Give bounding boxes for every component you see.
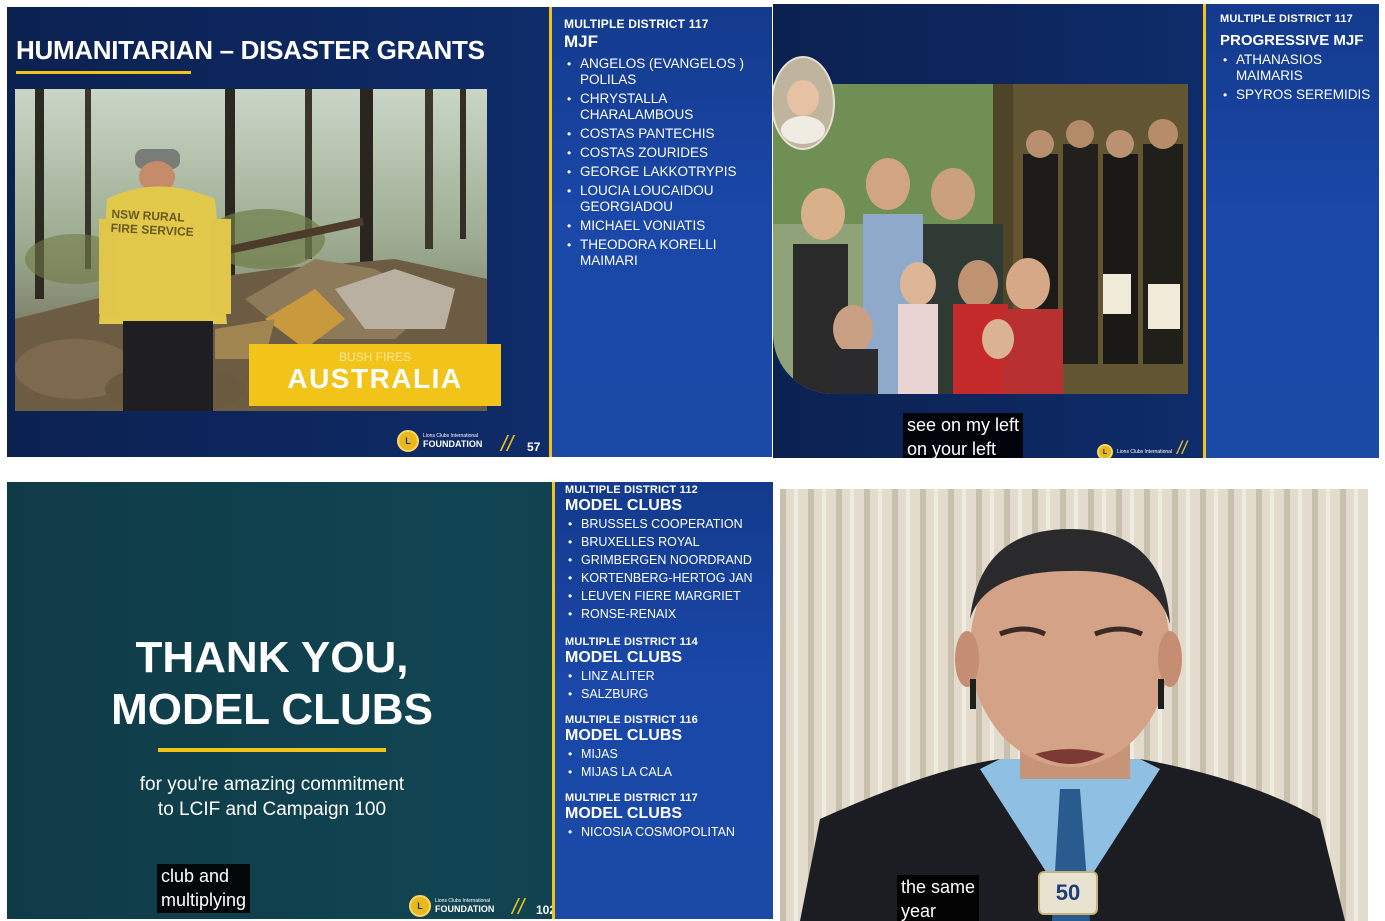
district-label: MULTIPLE DISTRICT 114 <box>565 636 698 648</box>
title-underline <box>158 748 386 752</box>
slash-divider: // <box>512 894 525 919</box>
lcif-footer-logo: L Lions Clubs International FOUNDATION <box>409 895 494 917</box>
club-name: NICOSIA COSMOPOLITAN <box>565 825 767 840</box>
district-section: MULTIPLE DISTRICT 112MODEL CLUBS BRUSSELS… <box>565 484 767 622</box>
member-name: COSTAS PANTECHIS <box>564 126 762 142</box>
award-heading: MODEL CLUBS <box>565 649 683 666</box>
club-list: NICOSIA COSMOPOLITAN <box>565 825 767 840</box>
award-heading: MODEL CLUBS <box>565 805 683 822</box>
family-photo-collage <box>773 84 1188 394</box>
club-name: LEUVEN FIERE MARGRIET <box>565 589 767 604</box>
member-name: MICHAEL VONIATIS <box>564 218 762 234</box>
club-name: BRUSSELS COOPERATION <box>565 517 767 532</box>
sidebar-model-clubs: MULTIPLE DISTRICT 112MODEL CLUBSBRUSSELS… <box>552 482 773 919</box>
club-list: LINZ ALITER SALZBURG <box>565 669 767 702</box>
club-list: MIJAS MIJAS LA CALA <box>565 747 767 780</box>
baby-photo-circle <box>773 56 835 150</box>
bushfire-photo: NSW RURAL FIRE SERVICE BUSH FIRES AUSTRA… <box>15 89 501 411</box>
member-list: ATHANASIOS MAIMARIS SPYROS SEREMIDIS <box>1220 52 1371 103</box>
district-section: MULTIPLE DISTRICT 117MODEL CLUBS NICOSIA … <box>565 792 767 840</box>
subtitle-caption: the same year <box>897 875 980 921</box>
club-list: BRUSSELS COOPERATION BRUXELLES ROYAL GRIMB… <box>565 517 767 622</box>
lions-logo-icon: L <box>397 430 419 452</box>
location-banner: BUSH FIRES AUSTRALIA <box>249 344 501 406</box>
club-name: MIJAS <box>565 747 767 762</box>
lions-logo-icon: L <box>409 895 431 917</box>
member-list: ANGELOS (EVANGELOS ) POLILASCHRYSTALLA C… <box>564 56 762 269</box>
lcif-footer-logo: L Lions Clubs International FOUNDATION <box>397 430 482 452</box>
panel-speaker-video: 50 the same year <box>780 489 1368 921</box>
panel-family-photo: see on my left on your left L Lions Club… <box>773 4 1379 458</box>
member-name: GEORGE LAKKOTRYPIS <box>564 164 762 180</box>
club-name: SALZBURG <box>565 687 767 702</box>
sidebar-mjf: MULTIPLE DISTRICT 117 MJF ANGELOS (EVANG… <box>549 7 772 457</box>
award-heading: MJF <box>564 32 598 51</box>
member-name: LOUCIA LOUCAIDOU GEORGIADOU <box>564 183 762 215</box>
subtitle-caption: see on my left on your left <box>903 413 1024 458</box>
district-label: MULTIPLE DISTRICT 117 <box>1220 13 1353 25</box>
award-heading: MODEL CLUBS <box>565 497 683 514</box>
member-name: THEODORA KORELLI MAIMARI <box>564 237 762 269</box>
member-name: ATHANASIOS MAIMARIS <box>1220 52 1371 84</box>
award-heading: PROGRESSIVE MJF <box>1220 32 1364 49</box>
district-label: MULTIPLE DISTRICT 117 <box>565 792 698 804</box>
district-section: MULTIPLE DISTRICT 116MODEL CLUBSMIJASMIJ… <box>565 714 767 780</box>
lions-logo-icon: L <box>1097 444 1113 458</box>
district-label: MULTIPLE DISTRICT 116 <box>565 714 698 726</box>
banner-title: AUSTRALIA <box>287 363 463 394</box>
member-name: SPYROS SEREMIDIS <box>1220 87 1371 103</box>
slide-title: HUMANITARIAN – DISASTER GRANTS <box>16 35 485 65</box>
lions-50-badge: 50 <box>1038 871 1098 915</box>
panel-disaster-grants: HUMANITARIAN – DISASTER GRANTS NSW RURAL… <box>7 7 772 457</box>
club-name: GRIMBERGEN NOORDRAND <box>565 553 767 568</box>
lcif-footer-logo: L Lions Clubs International <box>1097 444 1172 458</box>
thank-you-subtitle: for you're amazing commitment to LCIF an… <box>139 774 405 820</box>
district-label: MULTIPLE DISTRICT 112 <box>565 484 698 496</box>
club-name: KORTENBERG-HERTOG JAN <box>565 571 767 586</box>
slash-divider: // <box>501 431 514 456</box>
member-name: COSTAS ZOURIDES <box>564 145 762 161</box>
member-name: CHRYSTALLA CHARALAMBOUS <box>564 91 762 123</box>
club-name: LINZ ALITER <box>565 669 767 684</box>
club-name: BRUXELLES ROYAL <box>565 535 767 550</box>
member-name: ANGELOS (EVANGELOS ) POLILAS <box>564 56 762 88</box>
club-name: RONSE-RENAIX <box>565 607 767 622</box>
page-number: 57 <box>527 440 541 454</box>
district-section: MULTIPLE DISTRICT 114MODEL CLUBS LINZ ALI… <box>565 636 767 702</box>
slash-divider: // <box>1177 438 1188 458</box>
title-underline <box>16 71 191 74</box>
sidebar-progressive-mjf: MULTIPLE DISTRICT 117 PROGRESSIVE MJF AT… <box>1203 4 1379 458</box>
award-heading: MODEL CLUBS <box>565 727 683 744</box>
panel-thank-you: THANK YOU, MODEL CLUBS for you're amazin… <box>7 482 773 919</box>
subtitle-caption: club and multiplying <box>157 864 251 913</box>
club-name: MIJAS LA CALA <box>565 765 767 780</box>
district-label: MULTIPLE DISTRICT 117 <box>564 17 709 31</box>
banner-subtitle: BUSH FIRES <box>338 350 411 364</box>
vest-text: NSW RURAL FIRE SERVICE <box>110 206 195 240</box>
thank-you-title: THANK YOU, MODEL CLUBS <box>111 633 433 734</box>
speaker-video-frame <box>780 489 1368 921</box>
